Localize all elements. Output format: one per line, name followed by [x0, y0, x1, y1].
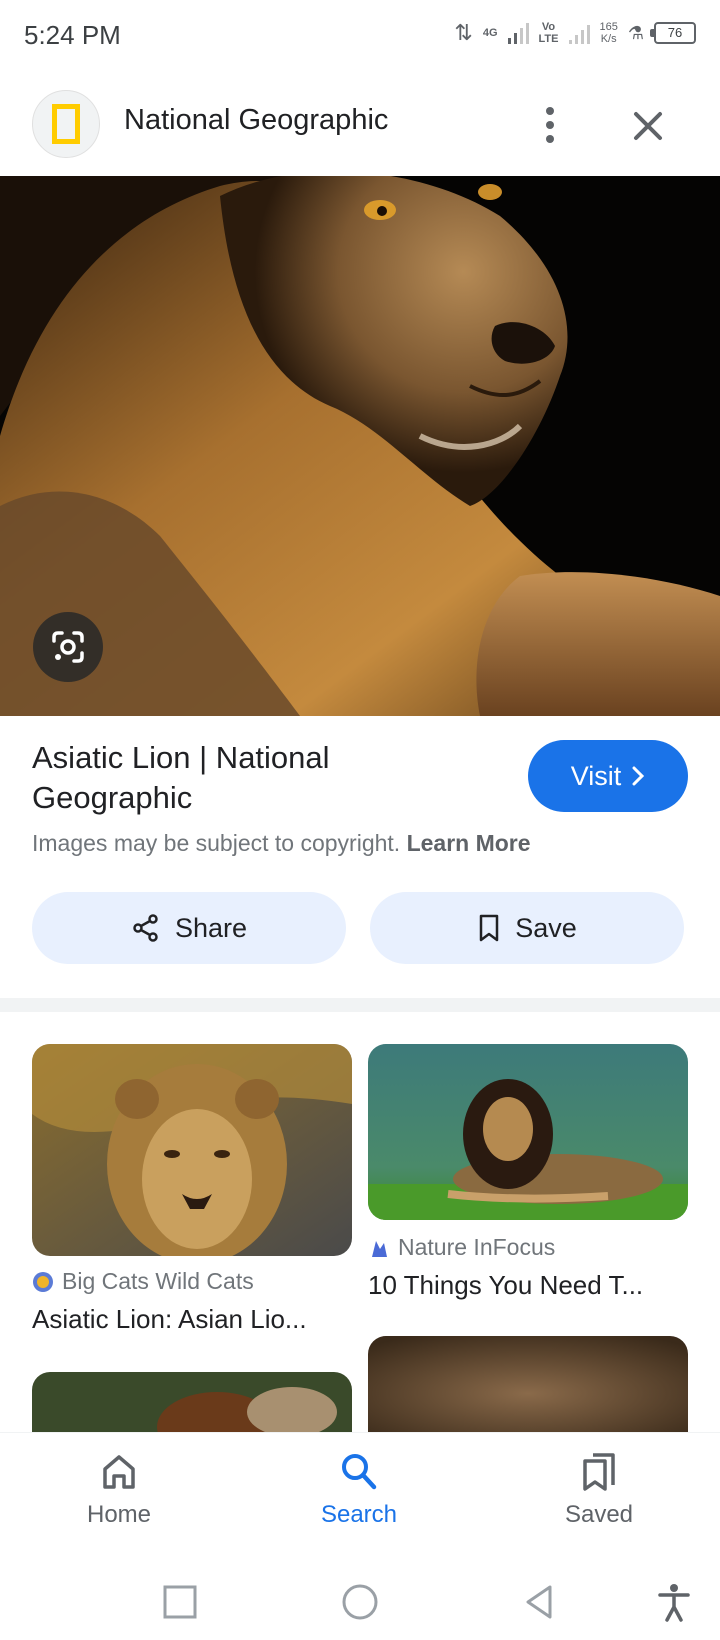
lab-flask-icon: ⚗ — [627, 22, 644, 43]
bookmark-icon — [479, 914, 499, 942]
source-header: National Geographic — [0, 84, 720, 176]
speed-value: 165 — [599, 21, 618, 33]
chevron-right-icon — [632, 766, 645, 786]
close-icon[interactable] — [624, 102, 672, 150]
related-image-3[interactable] — [32, 1372, 352, 1432]
ng-yellow-frame — [52, 104, 80, 144]
network-4g-label: 4G — [482, 27, 498, 39]
related-source-2[interactable]: Nature InFocus — [368, 1234, 555, 1261]
share-label: Share — [174, 912, 248, 943]
battery-icon: 76 — [650, 22, 696, 44]
volte-top-label: Vo — [541, 21, 556, 33]
related-source-1[interactable]: Big Cats Wild Cats — [32, 1268, 254, 1295]
system-navigation-bar — [0, 1562, 720, 1640]
nav-saved-label: Saved — [564, 1501, 634, 1528]
google-lens-icon[interactable] — [33, 612, 103, 682]
nav-saved[interactable]: Saved — [519, 1451, 679, 1529]
nav-home-label: Home — [86, 1501, 152, 1528]
related-image-1[interactable] — [32, 1044, 352, 1256]
visit-button[interactable]: Visit — [528, 740, 688, 812]
signal-bars-2-icon — [568, 22, 590, 44]
source-title[interactable]: National Geographic — [124, 104, 388, 137]
saved-icon — [583, 1453, 615, 1491]
lion-dark-image — [368, 1336, 688, 1432]
data-activity-icon: ⇅ — [454, 20, 473, 45]
related-caption-2[interactable]: 10 Things You Need T... — [368, 1270, 643, 1301]
lion-lying-image — [368, 1044, 688, 1220]
result-title[interactable]: Asiatic Lion | National Geographic — [32, 738, 462, 818]
accessibility-icon[interactable] — [652, 1580, 696, 1624]
national-geographic-logo[interactable] — [32, 90, 100, 158]
related-source-1-label: Big Cats Wild Cats — [62, 1268, 254, 1294]
status-icons: ⇅ 4G Vo LTE 165 K/s ⚗ 76 — [454, 20, 696, 46]
copyright-text: Images may be subject to copyright. — [32, 830, 401, 856]
share-icon — [133, 914, 158, 942]
search-icon — [342, 1454, 377, 1490]
network-4g-indicator: 4G — [483, 27, 498, 39]
recents-square-icon[interactable] — [158, 1580, 202, 1624]
section-divider — [0, 998, 720, 1012]
related-caption-1[interactable]: Asiatic Lion: Asian Lio... — [32, 1304, 307, 1335]
related-image-4[interactable] — [368, 1336, 688, 1432]
nav-search[interactable]: Search — [279, 1451, 439, 1529]
nav-search-label: Search — [320, 1501, 398, 1528]
lion-portrait-image — [0, 176, 720, 716]
learn-more-link[interactable]: Learn More — [407, 830, 531, 856]
lion-forest-image — [32, 1372, 352, 1432]
home-circle-icon[interactable] — [338, 1580, 382, 1624]
nature-infocus-source-icon — [372, 1240, 387, 1257]
related-image-2[interactable] — [368, 1044, 688, 1220]
home-icon — [103, 1455, 135, 1489]
lioness-image — [32, 1044, 352, 1256]
back-triangle-icon[interactable] — [518, 1580, 562, 1624]
share-button[interactable]: Share — [32, 892, 346, 964]
volte-bottom-label: LTE — [538, 33, 559, 45]
save-button[interactable]: Save — [370, 892, 684, 964]
related-source-2-label: Nature InFocus — [398, 1234, 556, 1260]
save-label: Save — [515, 912, 577, 943]
volte-indicator: Vo LTE — [539, 21, 559, 45]
speed-unit: K/s — [600, 33, 617, 45]
signal-bars-icon — [507, 22, 529, 44]
copyright-notice: Images may be subject to copyright. Lear… — [32, 830, 531, 857]
nav-home[interactable]: Home — [39, 1451, 199, 1529]
visit-label: Visit — [570, 760, 622, 791]
network-speed: 165 K/s — [600, 21, 618, 45]
more-vert-icon[interactable] — [530, 100, 570, 150]
bottom-navigation: Home Search Saved — [0, 1432, 720, 1562]
hero-image[interactable] — [0, 176, 720, 716]
status-time: 5:24 PM — [24, 20, 121, 50]
status-bar: 5:24 PM ⇅ 4G Vo LTE 165 K/s ⚗ 76 — [0, 0, 720, 74]
big-cats-source-icon — [33, 1271, 53, 1292]
